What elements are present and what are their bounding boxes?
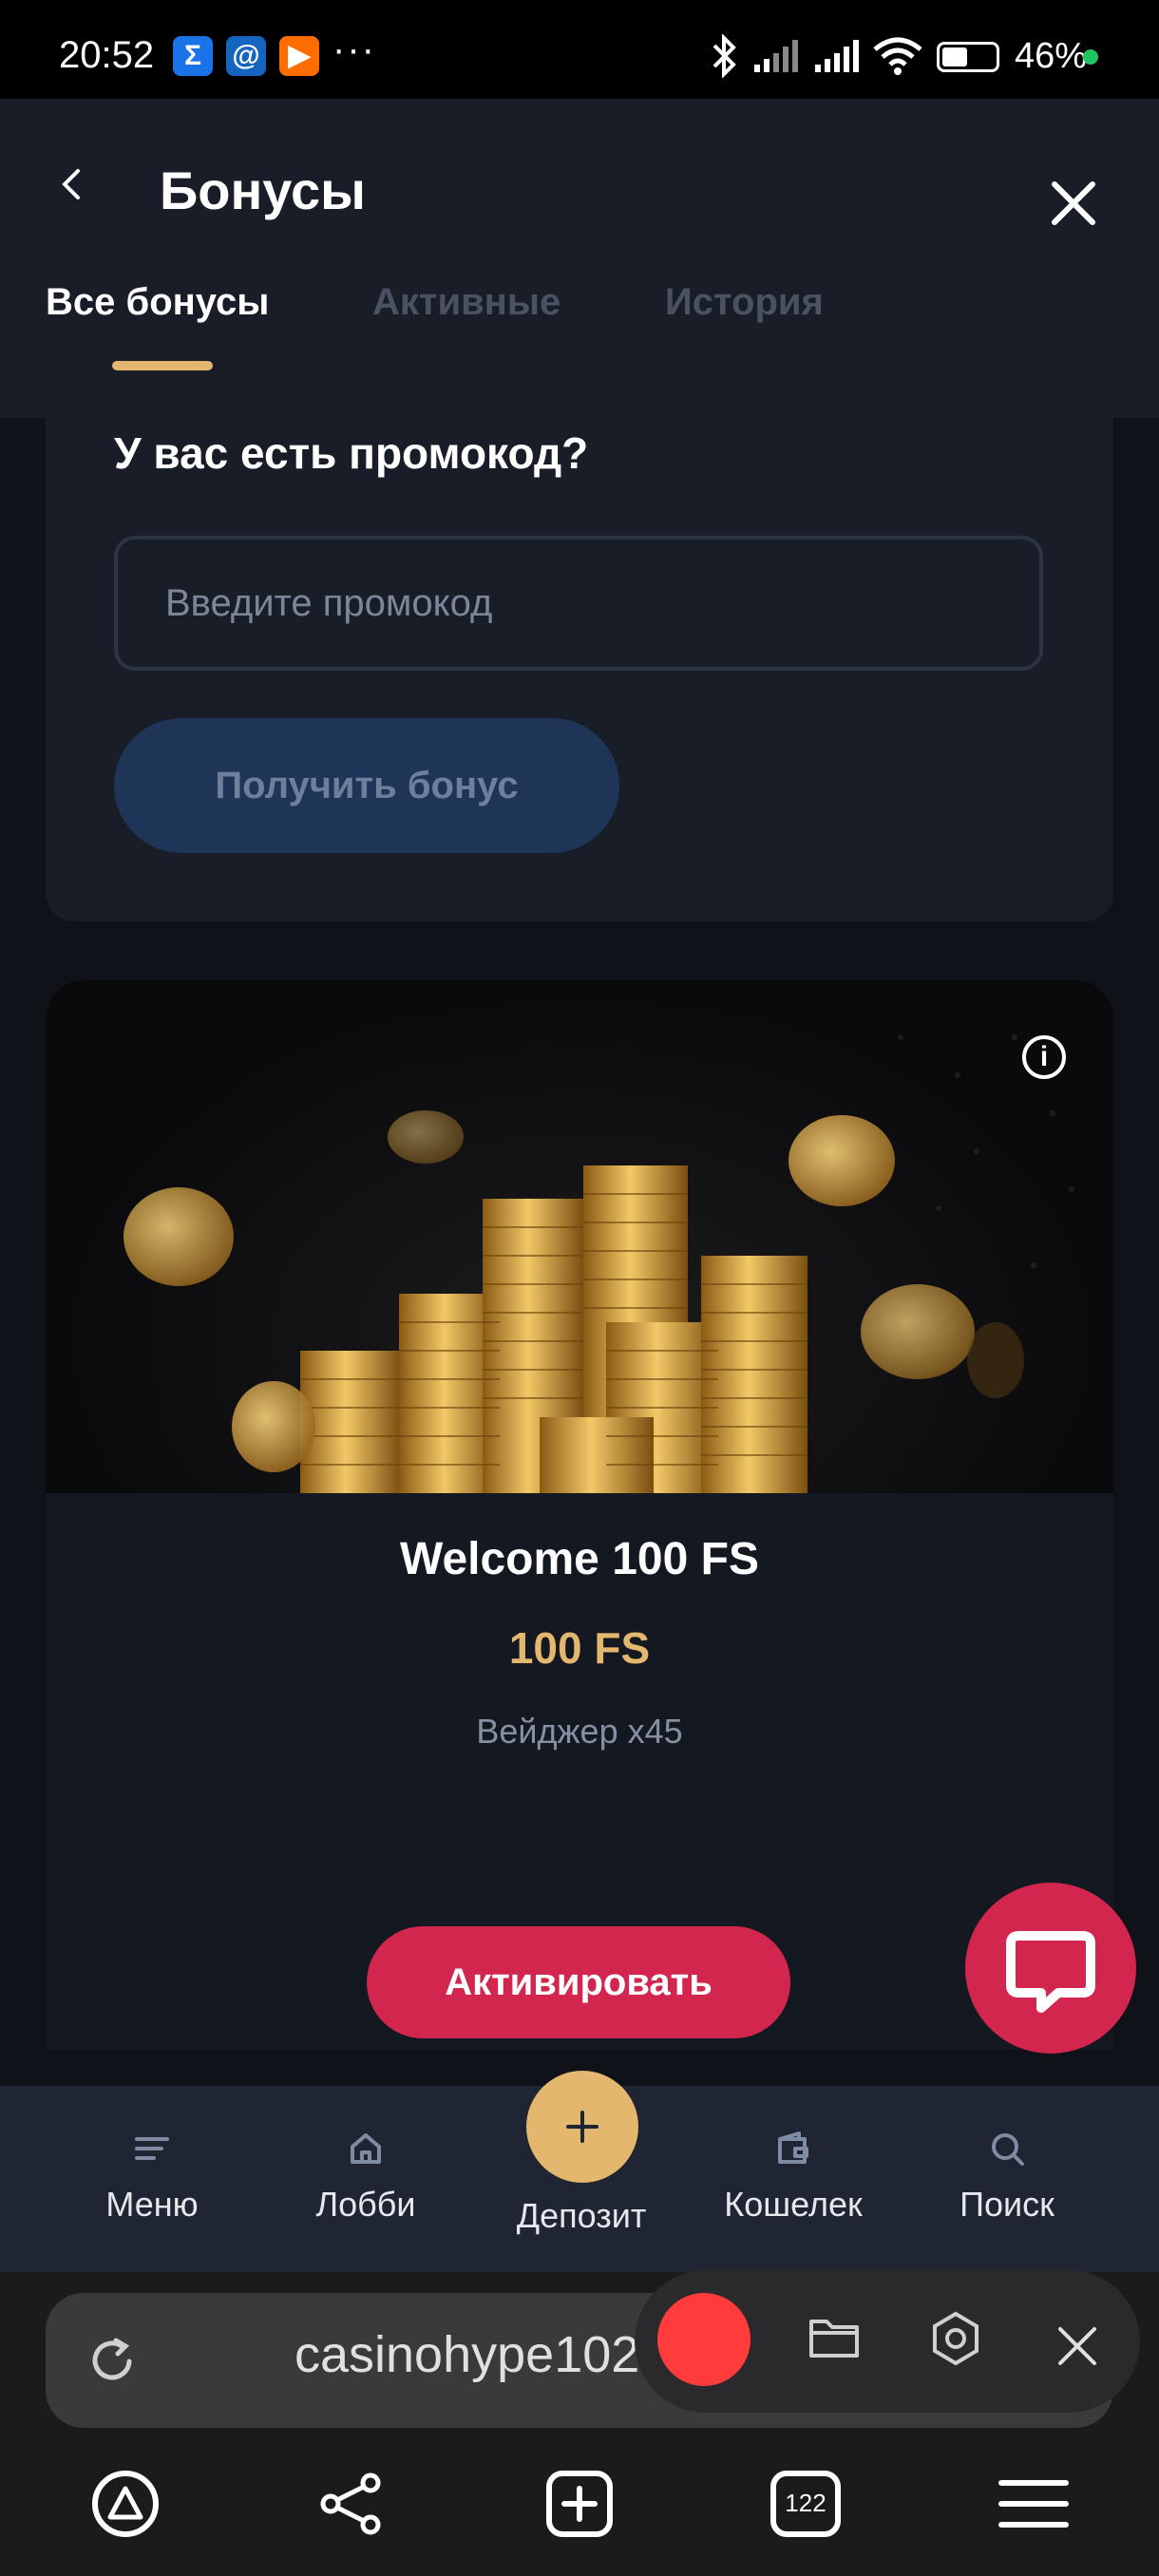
reload-icon[interactable]: [84, 2331, 142, 2390]
promo-code-input[interactable]: [114, 536, 1043, 671]
battery-icon: [937, 42, 999, 72]
status-time: 20:52: [59, 34, 155, 76]
gold-coins-image: [124, 1034, 1074, 1493]
menu-icon: [135, 2137, 169, 2160]
battery-percent: 46%: [1015, 36, 1088, 76]
alice-icon[interactable]: [87, 2466, 163, 2542]
tab-all-bonuses[interactable]: Все бонусы: [46, 281, 269, 324]
privacy-indicator: [1083, 49, 1098, 65]
more-notifications-icon: ···: [332, 28, 376, 70]
nav-menu[interactable]: Меню: [57, 2086, 247, 2272]
sigma-app-icon: Σ: [173, 36, 213, 76]
close-icon[interactable]: [1043, 173, 1104, 234]
new-tab-icon[interactable]: [542, 2466, 618, 2542]
back-arrow-icon[interactable]: [53, 154, 91, 215]
active-tab-indicator: [112, 361, 213, 370]
bluetooth-icon: [712, 34, 736, 78]
activate-button[interactable]: Активировать: [367, 1926, 790, 2038]
settings-icon[interactable]: [927, 2310, 984, 2367]
tabs-count: 122: [785, 2489, 826, 2517]
wifi-icon: [873, 37, 922, 75]
nav-search-label: Поиск: [960, 2185, 1054, 2224]
wallet-icon: [778, 2131, 808, 2164]
record-button[interactable]: [657, 2293, 750, 2386]
home-icon: [351, 2133, 381, 2164]
mail-app-icon: @: [226, 36, 266, 76]
video-app-icon: ▶: [279, 36, 319, 76]
bonus-value: 100 FS: [508, 1623, 651, 1673]
search-icon: [992, 2133, 1024, 2166]
chat-bubble-icon: [1006, 1931, 1095, 2013]
bonus-name: Welcome 100 FS: [400, 1534, 759, 1584]
nav-wallet[interactable]: Кошелек: [698, 2086, 888, 2272]
get-bonus-button[interactable]: Получить бонус: [114, 718, 619, 853]
page-title: Бонусы: [160, 161, 366, 220]
nav-lobby[interactable]: Лобби: [271, 2086, 461, 2272]
nav-menu-label: Меню: [105, 2185, 199, 2224]
close-recorder-icon[interactable]: [1049, 2318, 1106, 2375]
nav-lobby-label: Лобби: [315, 2185, 416, 2224]
signal-icon: [754, 40, 798, 72]
tab-active[interactable]: Активные: [372, 281, 560, 324]
info-icon[interactable]: i: [1022, 1035, 1066, 1079]
tabs-counter[interactable]: 122: [768, 2466, 844, 2542]
deposit-button[interactable]: [526, 2071, 638, 2183]
chat-button[interactable]: [965, 1883, 1136, 2054]
nav-deposit-label[interactable]: Депозит: [486, 2196, 676, 2236]
bonus-wager: Вейджер x45: [476, 1712, 683, 1751]
signal-icon-2: [815, 40, 859, 72]
hamburger-menu-icon[interactable]: [996, 2466, 1072, 2542]
folder-icon[interactable]: [806, 2314, 863, 2363]
share-icon[interactable]: [314, 2466, 390, 2542]
nav-search[interactable]: Поиск: [912, 2086, 1102, 2272]
plus-icon: [566, 2111, 598, 2143]
promo-question: У вас есть промокод?: [114, 428, 589, 478]
nav-wallet-label: Кошелек: [724, 2185, 863, 2224]
tab-history[interactable]: История: [665, 281, 824, 324]
bonus-image: [46, 980, 1113, 1493]
